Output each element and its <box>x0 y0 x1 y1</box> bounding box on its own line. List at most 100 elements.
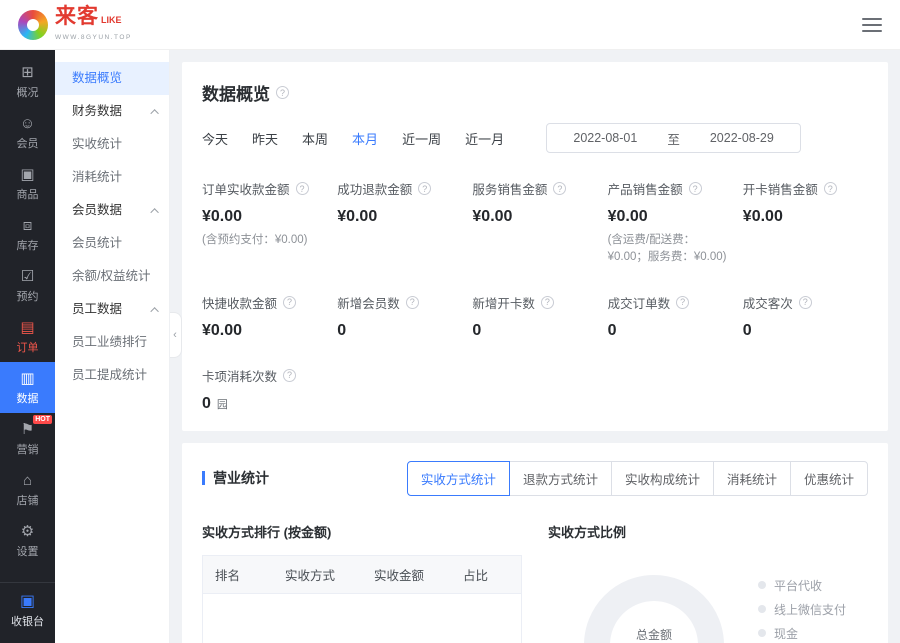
stat-new-cards: 新增开卡数? 0 <box>472 293 597 340</box>
tab-consumption[interactable]: 消耗统计 <box>713 461 791 496</box>
submenu-item-staff-commission[interactable]: 员工提成统计 <box>55 359 169 392</box>
help-icon[interactable]: ? <box>689 182 702 195</box>
sidebar-item-appointments[interactable]: ☑ 预约 <box>0 260 55 311</box>
sidebar-item-marketing[interactable]: HOT ⚑ 营销 <box>0 413 55 464</box>
sidebar-item-orders[interactable]: ▤ 订单 <box>0 311 55 362</box>
cashier-icon: ▣ <box>0 593 55 610</box>
data-overview-card: 数据概览 ? 今天 昨天 本周 本月 近一周 近一月 2022-08-01 至 … <box>182 62 888 431</box>
tab-receipt-composition[interactable]: 实收构成统计 <box>611 461 714 496</box>
submenu-item-data-overview[interactable]: 数据概览 <box>55 62 169 95</box>
legend-dot-icon <box>758 629 766 637</box>
legend-item[interactable]: 现金 <box>758 625 859 642</box>
settings-gear-icon: ⚙ <box>0 523 55 540</box>
sidebar-item-cashier[interactable]: ▣ 收银台 <box>0 582 55 643</box>
hamburger-menu-icon[interactable] <box>862 18 882 32</box>
submenu-group-finance[interactable]: 财务数据 <box>55 95 169 128</box>
help-icon[interactable]: ? <box>283 369 296 382</box>
date-to-label: 至 <box>667 129 680 148</box>
help-icon[interactable]: ? <box>824 182 837 195</box>
section-title: 营业统计 <box>202 468 269 488</box>
submenu-group-member-data[interactable]: 会员数据 <box>55 194 169 227</box>
appointment-icon: ☑ <box>0 268 55 285</box>
help-icon[interactable]: ? <box>406 296 419 309</box>
sidebar-item-products[interactable]: ▣ 商品 <box>0 158 55 209</box>
sidebar-item-shop[interactable]: ⌂ 店铺 <box>0 464 55 515</box>
help-icon[interactable]: ? <box>553 182 566 195</box>
sidebar-collapse-handle[interactable]: ‹ <box>170 312 182 358</box>
stat-customer-visits: 成交客次? 0 <box>743 293 868 340</box>
chevron-up-icon <box>150 208 158 216</box>
filter-last-month[interactable]: 近一月 <box>465 129 504 148</box>
filter-yesterday[interactable]: 昨天 <box>252 129 278 148</box>
shop-icon: ⌂ <box>0 472 55 489</box>
help-icon[interactable]: ? <box>283 296 296 309</box>
legend-dot-icon <box>758 605 766 613</box>
main-content: ‹ 数据概览 ? 今天 昨天 本周 本月 近一周 近一月 2022-08-01 … <box>170 50 900 643</box>
unit-icon: 园 <box>217 399 228 411</box>
stat-service-sales: 服务销售金额? ¥0.00 <box>472 179 597 267</box>
product-icon: ▣ <box>0 166 55 183</box>
submenu-item-balance-stats[interactable]: 余额/权益统计 <box>55 260 169 293</box>
ranking-table: 排名 实收方式 实收金额 占比 暂无数据 <box>202 555 522 643</box>
receipt-ratio-panel: 实收方式比例 总金额 ¥0.00 平台代收 线上微信支付 现金 <box>548 522 868 643</box>
sidebar-item-overview[interactable]: ⊞ 概况 <box>0 56 55 107</box>
stat-card-consumption: 卡项消耗次数? 0园 <box>202 366 327 413</box>
inventory-icon: ⧈ <box>0 217 55 234</box>
date-end[interactable]: 2022-08-29 <box>710 131 774 145</box>
stat-new-members: 新增会员数? 0 <box>337 293 462 340</box>
logo-title: 来客 <box>55 6 99 27</box>
logo-like: LIKE <box>101 16 122 27</box>
brand-logo: 来客 LIKE WWW.8GYUN.TOP <box>18 6 132 43</box>
empty-state: 暂无数据 <box>203 594 521 643</box>
help-icon[interactable]: ? <box>541 296 554 309</box>
logo-domain: WWW.8GYUN.TOP <box>55 34 132 41</box>
help-icon[interactable]: ? <box>799 296 812 309</box>
sidebar-item-data[interactable]: ▥ 数据 <box>0 362 55 413</box>
filter-this-month[interactable]: 本月 <box>352 129 378 148</box>
overview-icon: ⊞ <box>0 64 55 81</box>
help-icon[interactable]: ? <box>676 296 689 309</box>
stat-card-sales: 开卡销售金额? ¥0.00 <box>743 179 868 267</box>
filter-today[interactable]: 今天 <box>202 129 228 148</box>
date-range-picker[interactable]: 2022-08-01 至 2022-08-29 <box>546 123 801 153</box>
submenu-item-member-stats[interactable]: 会员统计 <box>55 227 169 260</box>
order-icon: ▤ <box>0 319 55 336</box>
tab-discount[interactable]: 优惠统计 <box>790 461 868 496</box>
title-accent-bar <box>202 471 205 485</box>
sidebar-item-settings[interactable]: ⚙ 设置 <box>0 515 55 566</box>
member-icon: ☺ <box>0 115 55 132</box>
date-start[interactable]: 2022-08-01 <box>573 131 637 145</box>
legend-item[interactable]: 平台代收 <box>758 577 859 594</box>
legend-dot-icon <box>758 581 766 589</box>
page-title: 数据概览 <box>202 80 270 105</box>
help-icon[interactable]: ? <box>418 182 431 195</box>
help-icon[interactable]: ? <box>296 182 309 195</box>
stat-completed-orders: 成交订单数? 0 <box>608 293 733 340</box>
receipt-ranking-panel: 实收方式排行 (按金额) 排名 实收方式 实收金额 占比 <box>202 522 522 643</box>
filter-last-week[interactable]: 近一周 <box>402 129 441 148</box>
time-filter-row: 今天 昨天 本周 本月 近一周 近一月 2022-08-01 至 2022-08… <box>202 123 868 153</box>
data-submenu: 数据概览 财务数据 实收统计 消耗统计 会员数据 会员统计 余额/权益统计 员工… <box>55 50 170 643</box>
legend-item[interactable]: 线上微信支付 <box>758 601 859 618</box>
donut-chart: 总金额 ¥0.00 <box>584 575 724 643</box>
submenu-group-staff-data[interactable]: 员工数据 <box>55 293 169 326</box>
business-stats-card: 营业统计 实收方式统计 退款方式统计 实收构成统计 消耗统计 优惠统计 实收方式… <box>182 443 888 643</box>
tab-receipt-method[interactable]: 实收方式统计 <box>407 461 510 496</box>
stats-row-2: 快捷收款金额? ¥0.00 新增会员数? 0 新增开卡数? 0 成交订单数? 0… <box>202 293 868 340</box>
help-icon[interactable]: ? <box>276 86 289 99</box>
logo-flower-icon <box>18 10 48 40</box>
stats-row-3: 卡项消耗次数? 0园 <box>202 366 868 413</box>
submenu-item-receipt-stats[interactable]: 实收统计 <box>55 128 169 161</box>
sidebar-item-members[interactable]: ☺ 会员 <box>0 107 55 158</box>
submenu-item-staff-performance[interactable]: 员工业绩排行 <box>55 326 169 359</box>
stat-product-sales: 产品销售金额? ¥0.00 (含运费/配送费：¥0.00；服务费：¥0.00) <box>608 179 733 267</box>
top-bar: 来客 LIKE WWW.8GYUN.TOP <box>0 0 900 50</box>
tab-refund-method[interactable]: 退款方式统计 <box>509 461 612 496</box>
stat-quick-payment: 快捷收款金额? ¥0.00 <box>202 293 327 340</box>
filter-this-week[interactable]: 本周 <box>302 129 328 148</box>
chevron-up-icon <box>150 307 158 315</box>
sidebar-item-inventory[interactable]: ⧈ 库存 <box>0 209 55 260</box>
hot-badge: HOT <box>33 415 52 424</box>
submenu-item-consumption-stats[interactable]: 消耗统计 <box>55 161 169 194</box>
data-icon: ▥ <box>0 370 55 387</box>
